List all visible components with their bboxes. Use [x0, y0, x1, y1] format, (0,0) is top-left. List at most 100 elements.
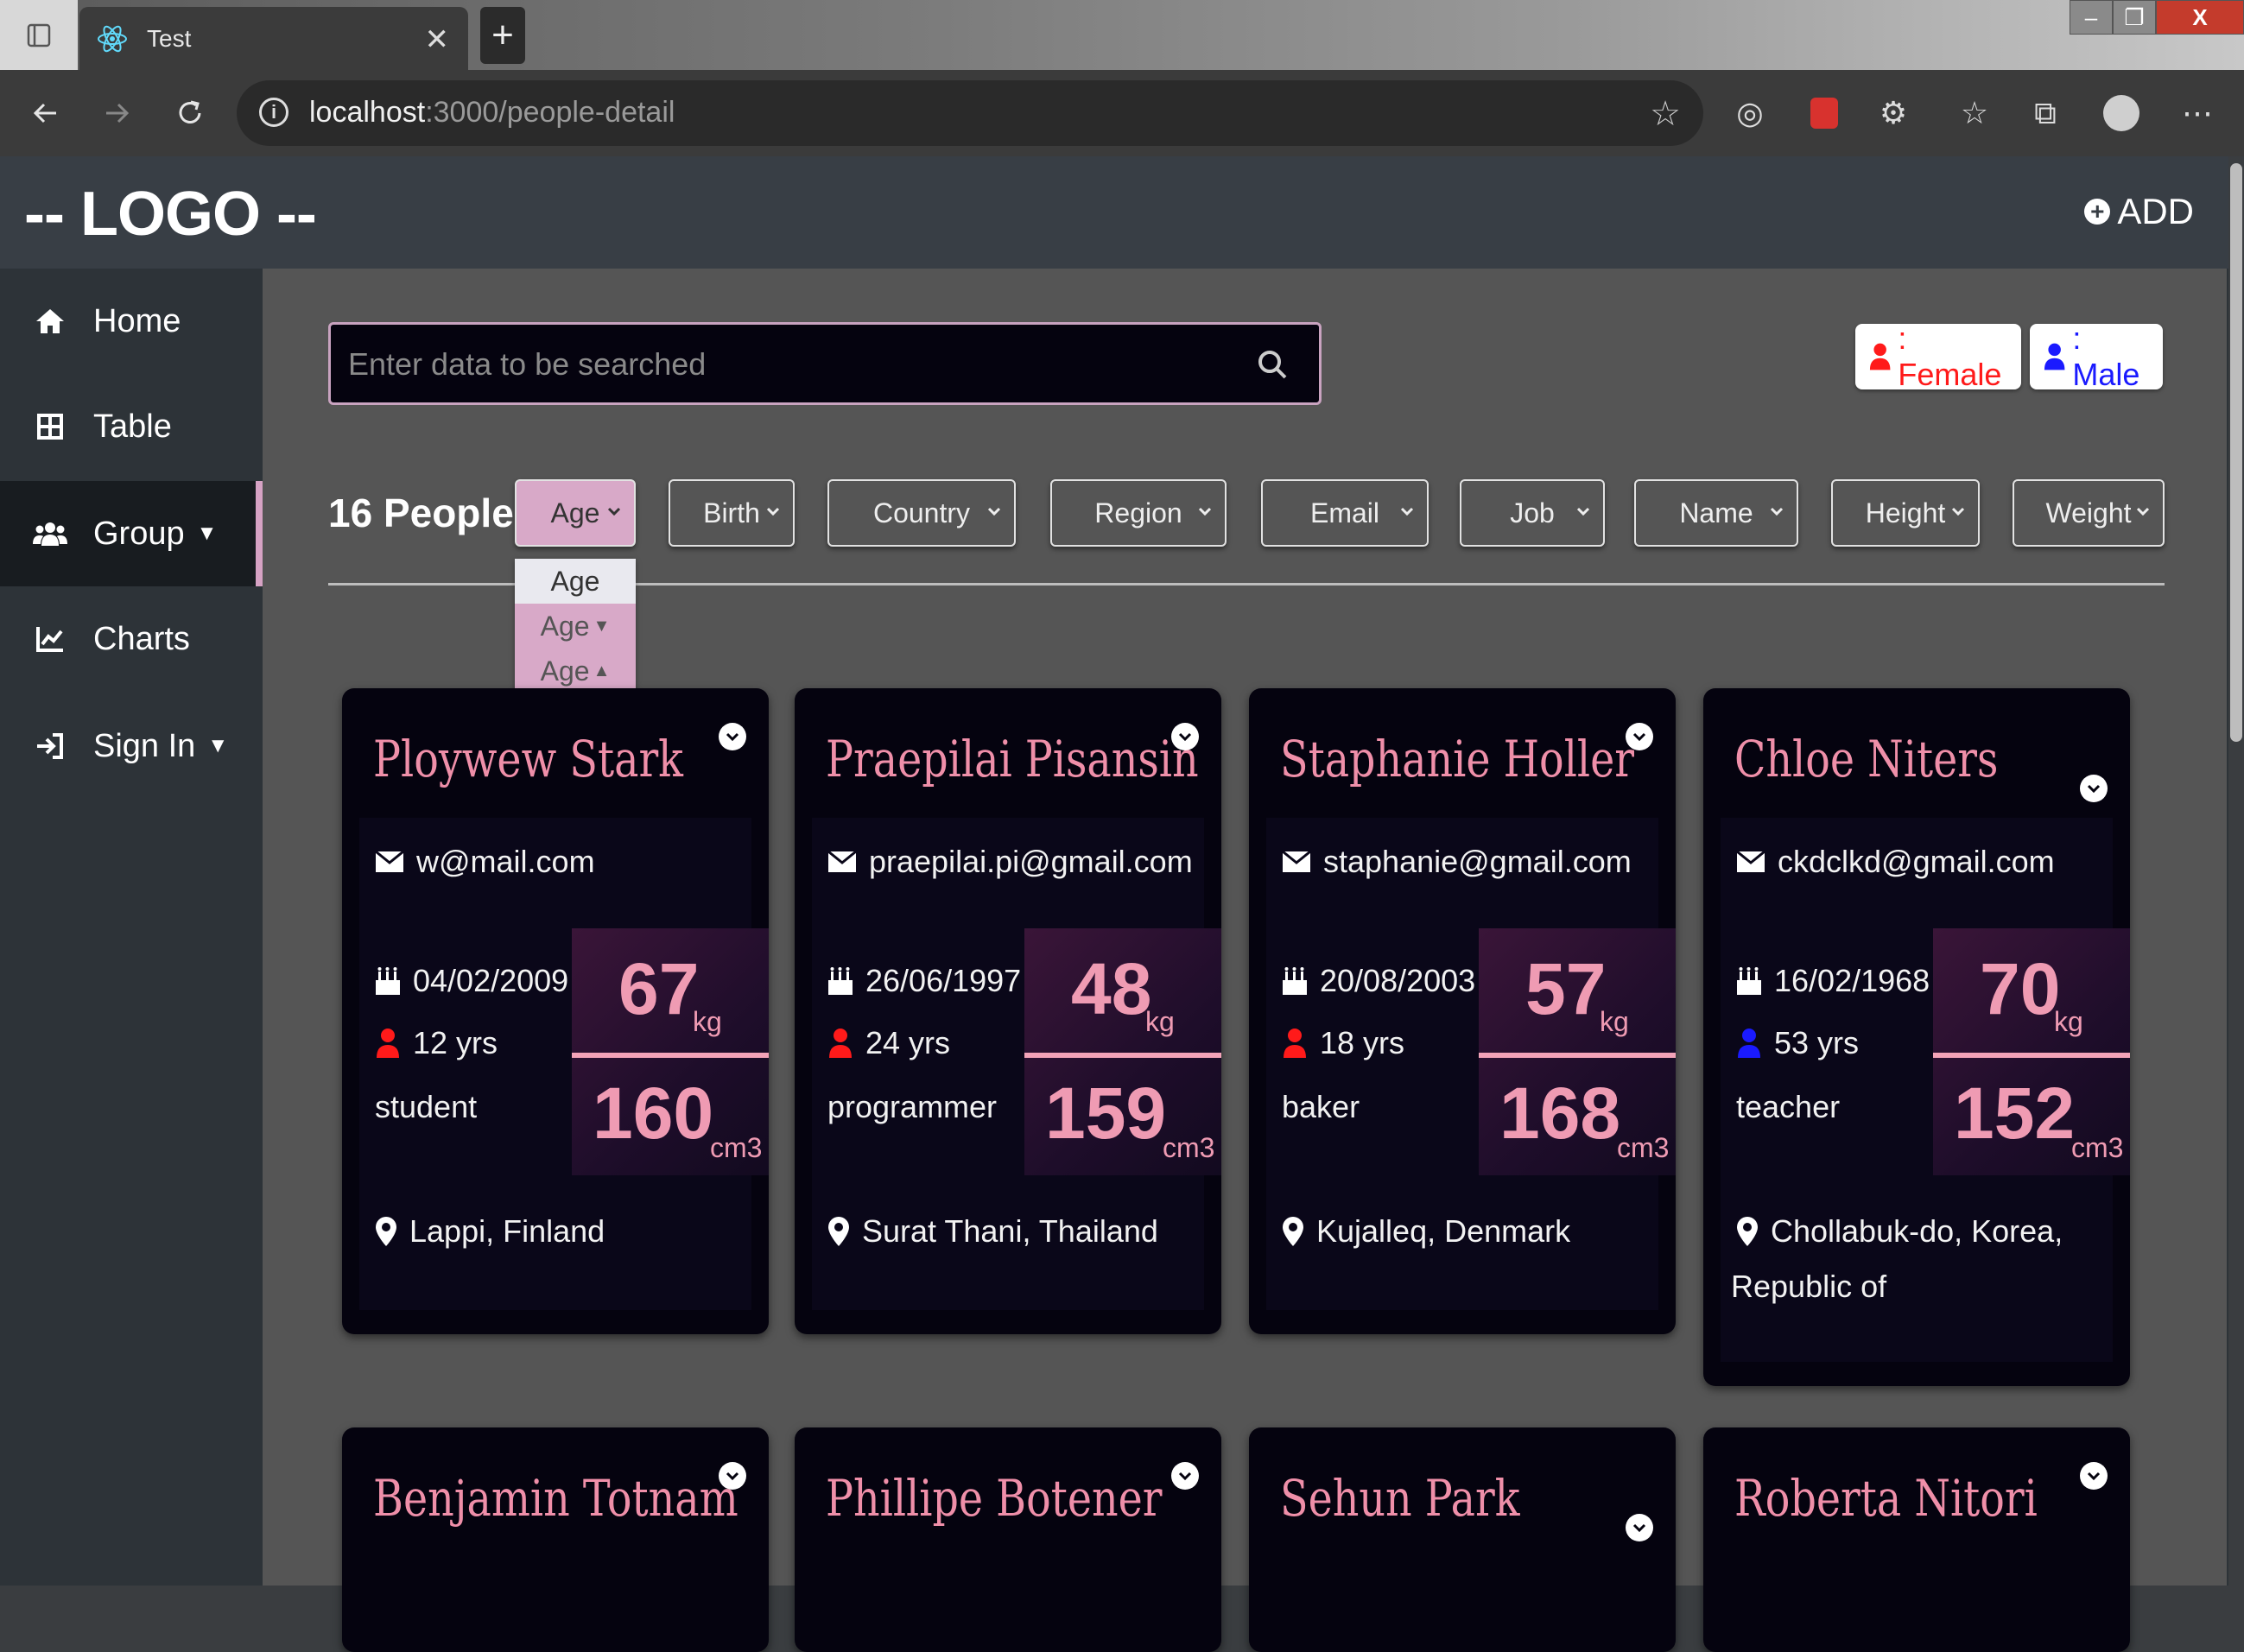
male-legend-button[interactable]: : Male	[2030, 320, 2163, 392]
sidebar: Home Table Group ▼ Charts Sign In ▼	[0, 269, 263, 1586]
more-icon[interactable]: ⋯	[2178, 94, 2216, 132]
email-text: w@mail.com	[416, 844, 595, 879]
person-card[interactable]: Ploywew Stark w@mail.com 04/02/2009 12 y…	[342, 688, 769, 1334]
filter-region[interactable]: Region	[1050, 479, 1227, 547]
filter-label: Country	[872, 497, 971, 529]
chevron-down-circle-icon[interactable]	[2080, 775, 2108, 802]
chevron-down-icon	[607, 507, 621, 516]
people-count: 16 People	[328, 491, 514, 535]
app-header: -- LOGO -- + ADD	[0, 156, 2228, 269]
weight-unit: kg	[693, 1006, 722, 1037]
minimize-button[interactable]: –	[2070, 0, 2113, 35]
caret-down-icon: ▼	[196, 522, 218, 545]
chevron-down-circle-icon[interactable]	[1626, 723, 1653, 750]
sidebar-item-sign-in[interactable]: Sign In ▼	[0, 693, 263, 799]
browser-tab[interactable]: Test ✕	[79, 7, 468, 70]
person-card[interactable]: Phillipe Botener	[795, 1427, 1221, 1652]
app-root: -- LOGO -- + ADD Home Table Group ▼ Char…	[0, 156, 2244, 1652]
page-scrollbar[interactable]	[2228, 156, 2244, 1586]
tab-close-icon[interactable]: ✕	[425, 22, 450, 57]
stat-divider	[1933, 1053, 2130, 1058]
person-card[interactable]: Roberta Nitori	[1703, 1427, 2130, 1652]
option-label: Age	[540, 610, 590, 642]
sidebar-item-table[interactable]: Table	[0, 374, 263, 479]
card-body: staphanie@gmail.com 20/08/2003 18 yrs ba…	[1266, 818, 1676, 1310]
envelope-icon	[1282, 851, 1311, 872]
back-icon[interactable]	[21, 89, 69, 137]
filter-name[interactable]: Name	[1634, 479, 1798, 547]
chevron-down-circle-icon[interactable]	[719, 723, 746, 750]
birth-date: 26/06/1997	[865, 963, 1022, 998]
female-legend-button[interactable]: : Female	[1855, 320, 2021, 392]
collections-icon[interactable]: ⧉	[2026, 94, 2064, 132]
location-row: Lappi, Finland	[375, 1213, 605, 1250]
birth-row: 16/02/1968	[1736, 963, 1930, 999]
height-unit: cm3	[1617, 1132, 1670, 1163]
new-tab-button[interactable]: +	[480, 7, 525, 64]
chevron-down-circle-icon[interactable]	[1171, 723, 1199, 750]
job-row: student	[375, 1089, 477, 1125]
extensions-icon[interactable]: ⚙	[1874, 94, 1912, 132]
restore-button[interactable]: ❐	[2113, 0, 2156, 35]
close-window-button[interactable]: X	[2156, 0, 2244, 35]
sort-option-age[interactable]: Age	[515, 559, 636, 604]
chevron-down-circle-icon[interactable]	[1626, 1514, 1653, 1541]
person-name: Chloe Niters	[1734, 730, 1999, 788]
profile-avatar[interactable]	[2102, 94, 2140, 132]
filter-birth[interactable]: Birth	[669, 479, 795, 547]
card-body: praepilai.pi@gmail.com 26/06/1997 24 yrs…	[812, 818, 1221, 1310]
location-text: Kujalleq, Denmark	[1316, 1213, 1571, 1249]
plus-circle-icon: +	[2084, 198, 2111, 225]
sidebar-item-charts[interactable]: Charts	[0, 586, 263, 692]
chevron-down-circle-icon[interactable]	[1171, 1462, 1199, 1490]
site-info-icon[interactable]: i	[259, 98, 288, 127]
male-user-icon	[2044, 343, 2065, 370]
chevron-down-circle-icon[interactable]	[2080, 1462, 2108, 1490]
add-button[interactable]: + ADD	[2084, 191, 2194, 232]
filter-email[interactable]: Email	[1261, 479, 1429, 547]
filter-country[interactable]: Country	[827, 479, 1016, 547]
female-user-icon	[829, 1029, 852, 1058]
sort-option-age-desc[interactable]: Age ▼	[515, 604, 636, 649]
filter-height[interactable]: Height	[1831, 479, 1980, 547]
job-row: teacher	[1736, 1089, 1840, 1125]
person-card[interactable]: Staphanie Holler staphanie@gmail.com 20/…	[1249, 688, 1676, 1334]
body-stats: 70 kg 152 cm3	[1933, 928, 2130, 1175]
location-row-continued: Republic of	[1731, 1269, 1886, 1305]
chevron-down-icon	[1576, 507, 1590, 516]
tab-actions-icon[interactable]	[0, 0, 78, 70]
birth-row: 26/06/1997	[827, 963, 1021, 999]
birth-date: 04/02/2009	[413, 963, 569, 998]
filter-weight[interactable]: Weight	[2013, 479, 2165, 547]
add-favorite-icon[interactable]: ☆	[1650, 94, 1681, 134]
reload-icon[interactable]	[166, 89, 214, 137]
scrollbar-thumb[interactable]	[2230, 163, 2242, 742]
job-text: student	[375, 1089, 478, 1124]
search-input[interactable]	[348, 337, 1212, 392]
sort-option-age-asc[interactable]: Age ▲	[515, 649, 636, 693]
logo[interactable]: -- LOGO --	[24, 179, 317, 250]
chevron-down-circle-icon[interactable]	[719, 1462, 746, 1490]
sidebar-item-home[interactable]: Home	[0, 269, 263, 374]
extension-red-icon[interactable]	[1805, 94, 1843, 132]
tracking-icon[interactable]: ◎	[1731, 94, 1769, 132]
chart-icon	[33, 622, 67, 656]
filter-job[interactable]: Job	[1460, 479, 1605, 547]
url-bar[interactable]: i localhost:3000/people-detail ☆	[237, 80, 1703, 146]
height-value: 168	[1499, 1073, 1621, 1154]
forward-icon[interactable]	[93, 89, 142, 137]
person-card[interactable]: Praepilai Pisansin praepilai.pi@gmail.co…	[795, 688, 1221, 1334]
height-value: 160	[593, 1073, 714, 1154]
age-text: 24 yrs	[865, 1025, 951, 1060]
person-card[interactable]: Sehun Park	[1249, 1427, 1676, 1652]
favorites-icon[interactable]: ☆	[1956, 94, 1994, 132]
sidebar-item-group[interactable]: Group ▼	[0, 481, 263, 586]
search-icon[interactable]	[1257, 349, 1288, 380]
height-unit: cm3	[1163, 1132, 1215, 1163]
stat-divider	[572, 1053, 769, 1058]
person-card[interactable]: Benjamin Totnam	[342, 1427, 769, 1652]
person-name: Praepilai Pisansin	[826, 730, 1199, 788]
person-card[interactable]: Chloe Niters ckdclkd@gmail.com 16/02/196…	[1703, 688, 2130, 1386]
job-row: programmer	[827, 1089, 997, 1125]
filter-age[interactable]: Age	[515, 479, 636, 547]
